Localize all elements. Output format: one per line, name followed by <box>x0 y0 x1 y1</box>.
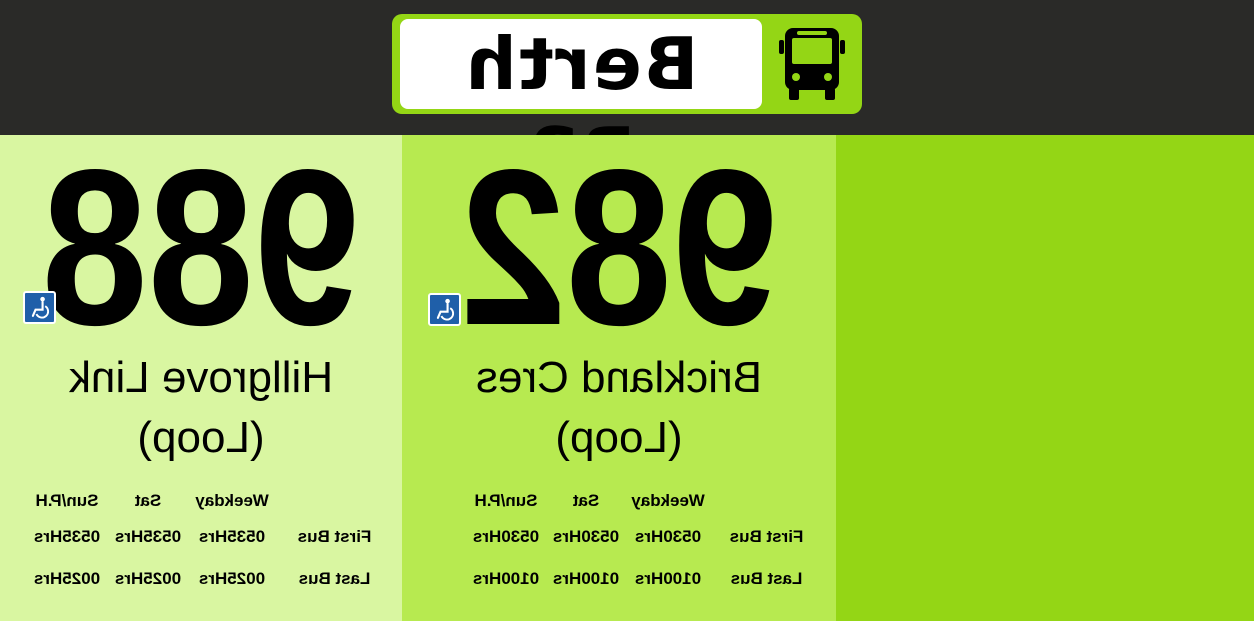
destination-name: Hillgrove Link <box>68 353 334 402</box>
time-cell: 0100Hrs <box>472 569 540 588</box>
route-panel-982: 982 Brickland Cres (Loop) Weekday Sat Su… <box>402 124 836 621</box>
time-cell: 0530Hrs <box>552 527 620 546</box>
time-cell: 0535Hrs <box>33 527 101 546</box>
route-panel-988: 988 Hillgrove Link (Loop) Weekday Sat Su… <box>0 124 402 621</box>
row-label: First Bus <box>729 527 804 546</box>
time-cell: 0535Hrs <box>114 527 182 546</box>
timetable-row: First Bus 0535Hrs 0535Hrs 0535Hrs <box>0 527 402 549</box>
time-cell: 0025Hrs <box>33 569 101 588</box>
column-header: Sat <box>134 491 162 510</box>
column-header: Weekday <box>631 491 705 510</box>
time-cell: 0530Hrs <box>634 527 702 546</box>
time-cell: 0100Hrs <box>634 569 702 588</box>
destination-name: Brickland Cres <box>475 353 763 402</box>
column-header: Weekday <box>195 491 269 510</box>
timetable-row: Last Bus 0025Hrs 0025Hrs 0025Hrs <box>0 569 402 591</box>
time-cell: 0025Hrs <box>198 569 266 588</box>
time-cell: 0535Hrs <box>198 527 266 546</box>
wheelchair-icon <box>23 291 56 324</box>
row-label: Last Bus <box>298 569 371 588</box>
timetable-row: First Bus 0530Hrs 0530Hrs 0530Hrs <box>402 527 836 549</box>
destination-subtitle: (Loop) <box>555 413 683 462</box>
row-label: Last Bus <box>730 569 803 588</box>
route-number: 982 <box>459 124 779 372</box>
empty-panel <box>836 135 1254 621</box>
timetable-row: Last Bus 0100Hrs 0100Hrs 0100Hrs <box>402 569 836 591</box>
bus-icon <box>779 28 845 100</box>
bus-stop-sign: Berth B2 982 Brickland Cres (Loop) Weekd… <box>0 0 1254 621</box>
destination-subtitle: (Loop) <box>137 413 265 462</box>
column-header: Sun/P.H <box>35 491 99 510</box>
column-header: Sun/P.H <box>474 491 538 510</box>
time-cell: 0530Hrs <box>472 527 540 546</box>
berth-label: Berth B2 <box>400 19 762 196</box>
berth-sign: Berth B2 <box>392 14 862 196</box>
row-label: First Bus <box>297 527 372 546</box>
header-bar: Berth B2 <box>0 0 1254 196</box>
time-cell: 0100Hrs <box>552 569 620 588</box>
timetable-header-row: Weekday Sat Sun/P.H <box>402 491 836 513</box>
column-header: Sat <box>572 491 600 510</box>
time-cell: 0025Hrs <box>114 569 182 588</box>
wheelchair-icon <box>428 293 461 326</box>
timetable-header-row: Weekday Sat Sun/P.H <box>0 491 402 513</box>
route-number: 988 <box>41 124 361 372</box>
